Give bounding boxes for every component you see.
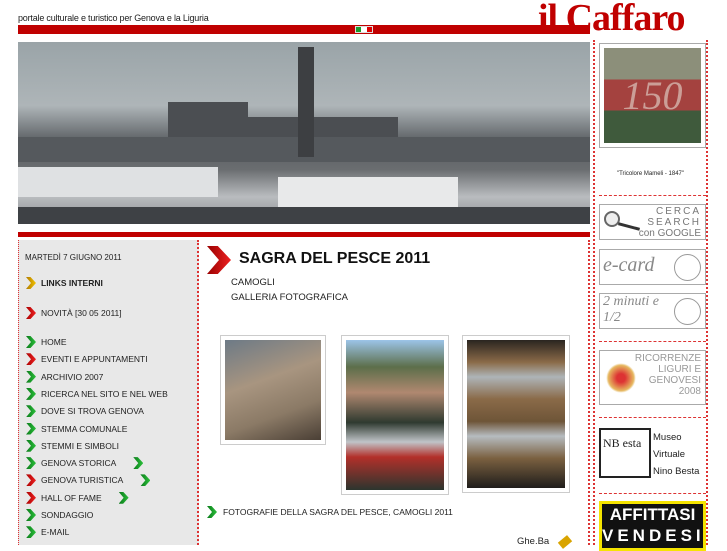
photo-thumbnail-2[interactable] xyxy=(341,335,449,495)
site-logo[interactable]: il Caffaro xyxy=(538,0,686,38)
menu-label: HOME xyxy=(41,337,67,347)
menu-label: DOVE SI TROVA GENOVA xyxy=(41,406,144,417)
google-search-button[interactable]: CERCA SEARCH con GOOGLE xyxy=(599,204,706,240)
submenu-arrow-icon[interactable] xyxy=(118,491,129,504)
sidebar-item[interactable]: DOVE SI TROVA GENOVA xyxy=(25,405,144,418)
search-label-1: CERCA xyxy=(655,206,701,217)
ecard-button[interactable]: e-card xyxy=(599,249,706,285)
sidebar-item[interactable]: EVENTI E APPUNTAMENTI xyxy=(25,353,148,366)
subtitle-gallery: GALLERIA FOTOGRAFICA xyxy=(231,292,349,303)
current-date: MARTEDÌ 7 GIUGNO 2011 xyxy=(25,253,122,262)
ecard-label: e-card xyxy=(603,254,655,276)
sidebar-item[interactable]: RICERCA NEL SITO E NEL WEB xyxy=(25,387,168,400)
subtitle-location: CAMOGLI xyxy=(231,277,275,288)
ricorrenze-label-1: RICORRENZE xyxy=(634,353,701,364)
hero-image-genova-port xyxy=(18,42,590,224)
italian-flag-icon[interactable] xyxy=(355,26,373,33)
arrow-icon xyxy=(26,474,36,487)
tricolore-150-image[interactable]: 150 xyxy=(599,43,706,148)
menu-label: ARCHIVIO 2007 xyxy=(41,371,104,382)
menu-label: NOVITÀ [30 05 2011] xyxy=(41,308,122,318)
stamp-icon xyxy=(674,254,701,281)
author-signature: Ghe.Ba xyxy=(517,534,573,549)
besta-logo: NB esta xyxy=(599,428,651,478)
page-title: SAGRA DEL PESCE 2011 xyxy=(239,250,431,267)
sidebar-item[interactable]: STEMMA COMUNALE xyxy=(25,422,128,435)
sidebar-item[interactable]: HOME xyxy=(25,336,67,348)
photo-thumbnail-3[interactable] xyxy=(462,335,570,493)
genova-crest-icon xyxy=(606,363,636,393)
affittasi-vendesi-banner[interactable]: AFFITTASI VENDESI xyxy=(599,501,706,551)
submenu-arrow-icon[interactable] xyxy=(140,474,151,487)
museo-label: Museo Virtuale Nino Besta xyxy=(653,429,699,480)
sidebar-item[interactable]: HALL OF FAME xyxy=(25,491,129,504)
sidebar: MARTEDÌ 7 GIUGNO 2011 LINKS INTERNI NOVI… xyxy=(18,240,199,545)
links-interni-label: LINKS INTERNI xyxy=(41,278,103,288)
menu-label: GENOVA STORICA xyxy=(41,458,117,469)
ricorrenze-button[interactable]: RICORRENZE LIGURI E GENOVESI 2008 xyxy=(599,350,706,405)
sidebar-item[interactable]: STEMMI E SIMBOLI xyxy=(25,439,119,452)
arrow-icon xyxy=(26,526,36,539)
ricorrenze-label-2: LIGURI E xyxy=(658,364,701,375)
arrow-icon xyxy=(26,307,36,319)
gallery-link[interactable]: FOTOGRAFIE DELLA SAGRA DEL PESCE, CAMOGL… xyxy=(207,506,453,518)
museo-line-1: Museo xyxy=(653,432,682,443)
menu-label: SONDAGGIO xyxy=(41,510,94,520)
sidebar-item-novita[interactable]: NOVITÀ [30 05 2011] xyxy=(25,307,122,319)
museo-line-3: Nino Besta xyxy=(653,466,700,477)
photo-thumbnail-1[interactable] xyxy=(220,335,326,445)
arrow-icon xyxy=(207,506,217,518)
arrow-icon xyxy=(26,370,36,383)
header-bar xyxy=(18,25,590,34)
menu-label: RICERCA NEL SITO E NEL WEB xyxy=(41,388,168,399)
stamp-icon xyxy=(674,298,701,325)
menu-label: STEMMA COMUNALE xyxy=(41,423,128,434)
tagline: portale culturale e turistico per Genova… xyxy=(18,13,209,23)
arrow-icon xyxy=(26,457,36,470)
sidebar-item[interactable]: E-MAIL xyxy=(25,526,70,539)
due-minuti-button[interactable]: 2 minuti e 1/2 xyxy=(599,293,706,329)
sidebar-item[interactable]: ARCHIVIO 2007 xyxy=(25,370,104,383)
minuti-label: 2 minuti e 1/2 xyxy=(603,294,659,325)
arrow-icon xyxy=(26,439,36,452)
arrow-icon xyxy=(26,422,36,435)
search-label-3: con GOOGLE xyxy=(638,228,701,239)
150-logo: 150 xyxy=(604,48,701,143)
author-name: Ghe.Ba xyxy=(517,536,550,547)
arrow-icon xyxy=(26,405,36,418)
museo-besta-link[interactable]: NB esta Museo Virtuale Nino Besta xyxy=(599,426,706,482)
pencil-icon xyxy=(558,534,573,549)
museo-line-2: Virtuale xyxy=(653,449,686,460)
sidebar-item[interactable]: SONDAGGIO xyxy=(25,509,93,521)
arrow-icon xyxy=(26,387,36,400)
sidebar-item[interactable]: GENOVA STORICA xyxy=(25,457,144,470)
search-label-2: SEARCH xyxy=(647,217,701,228)
sidebar-item[interactable]: GENOVA TURISTICA xyxy=(25,474,151,487)
arrow-icon xyxy=(26,336,36,348)
menu-label: E-MAIL xyxy=(41,527,70,538)
affittasi-label: AFFITTASI xyxy=(609,505,696,524)
menu-label: HALL OF FAME xyxy=(41,492,102,503)
menu-label: STEMMI E SIMBOLI xyxy=(41,440,119,451)
arrow-icon xyxy=(26,353,36,366)
links-interni-heading: LINKS INTERNI xyxy=(25,277,103,289)
image-caption: "Tricolore Mameli - 1847" xyxy=(616,171,685,177)
right-sidebar: 150 "Tricolore Mameli - 1847" CERCA SEAR… xyxy=(593,40,708,551)
ricorrenze-label-3: GENOVESI xyxy=(648,375,701,386)
vendesi-label: VENDESI xyxy=(602,526,705,545)
gallery-link-label: FOTOGRAFIE DELLA SAGRA DEL PESCE, CAMOGL… xyxy=(223,507,453,517)
submenu-arrow-icon[interactable] xyxy=(133,457,144,470)
menu-label: EVENTI E APPUNTAMENTI xyxy=(41,354,148,365)
ricorrenze-label-4: 2008 xyxy=(678,386,701,397)
menu-label: GENOVA TURISTICA xyxy=(41,475,124,486)
arrow-icon xyxy=(26,491,36,504)
divider xyxy=(18,232,590,237)
arrow-icon xyxy=(26,277,36,289)
arrow-icon xyxy=(26,509,36,521)
